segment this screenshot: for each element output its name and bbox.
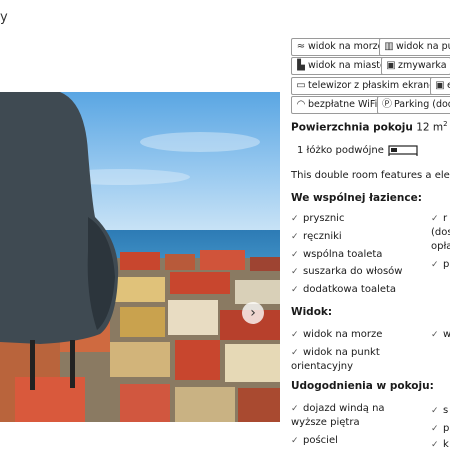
- list-item-fragment: ✓ s: [431, 405, 449, 416]
- list-item: ✓ dojazd windą na wyższe piętra: [291, 403, 385, 428]
- check-icon: ✓: [431, 406, 439, 416]
- list-item-fragment: (dos: [431, 227, 450, 238]
- check-icon: ✓: [291, 214, 299, 224]
- room-size-label: Powierzchnia pokoju: [291, 121, 413, 134]
- tv-icon: ▭: [296, 80, 306, 91]
- check-icon: ✓: [431, 260, 439, 270]
- check-icon: ✓: [291, 404, 299, 414]
- list-item: ✓ pościel: [291, 435, 338, 446]
- check-icon: ✓: [291, 250, 299, 260]
- check-icon: ✓: [291, 267, 299, 277]
- list-item: ✓ ręczniki: [291, 231, 342, 242]
- chip-flat-tv: ▭ telewizor z płaskim ekranem: [291, 77, 449, 95]
- view-section-title: Widok:: [291, 306, 333, 318]
- list-item-fragment: opła: [431, 241, 450, 252]
- list-item-fragment: ✓ w: [431, 329, 450, 340]
- parking-icon: Ⓟ: [382, 99, 392, 110]
- chip-more: ▣e: [430, 77, 450, 95]
- chip-dishwasher: ▣ zmywarka: [381, 57, 450, 75]
- landmark-icon: ▥: [384, 41, 394, 52]
- header-fragment: y: [0, 10, 8, 25]
- double-bed-icon: [388, 145, 418, 156]
- chip-landmark-view: ▥widok na pun: [379, 38, 450, 56]
- check-icon: ✓: [291, 285, 299, 295]
- room-size: Powierzchnia pokoju 12 m2: [291, 120, 448, 134]
- list-item: ✓ widok na punkt orientacyjny: [291, 347, 380, 372]
- room-size-value: 12 m: [416, 121, 444, 134]
- chip-parking: ⓅParking (doda: [377, 96, 450, 114]
- chip-free-wifi: ◠ bezpłatne WiFi: [291, 96, 382, 114]
- list-item: ✓ dodatkowa toaleta: [291, 284, 397, 295]
- check-icon: ✓: [431, 330, 439, 340]
- photo-seagull-over-town: [0, 92, 280, 422]
- check-icon: ✓: [431, 424, 439, 434]
- water-view-icon: ≈: [296, 41, 306, 52]
- wifi-icon: ◠: [296, 99, 306, 110]
- list-item: ✓ widok na morze: [291, 329, 383, 340]
- dishwasher-icon: ▣: [386, 60, 396, 71]
- room-description: This double room features a electric: [291, 170, 450, 181]
- list-item: ✓ wspólna toaleta: [291, 249, 383, 260]
- room-size-unit: 2: [443, 120, 448, 128]
- check-icon: ✓: [291, 232, 299, 242]
- chip-city-view: ▙ widok na miasto: [291, 57, 390, 75]
- list-item-fragment: ✓ r: [431, 213, 448, 224]
- check-icon: ✓: [431, 214, 439, 224]
- city-icon: ▙: [297, 60, 305, 71]
- list-item: ✓ prysznic: [291, 213, 345, 224]
- list-item-fragment: ✓ p: [431, 259, 450, 270]
- gallery-next-button[interactable]: ›: [242, 302, 264, 324]
- bathroom-section-title: We wspólnej łazience:: [291, 192, 422, 204]
- list-item: ✓ suszarka do włosów: [291, 266, 403, 277]
- check-icon: ✓: [291, 330, 299, 340]
- more-icon: ▣: [435, 80, 445, 91]
- check-icon: ✓: [291, 436, 299, 446]
- list-item-fragment: ✓ p: [431, 423, 450, 434]
- room-photo[interactable]: ›: [0, 92, 280, 422]
- bed-text: 1 łóżko podwójne: [297, 145, 384, 156]
- amenities-section-title: Udogodnienia w pokoju:: [291, 380, 434, 392]
- photo-gallery: ›: [0, 32, 280, 450]
- chip-sea-view: ≈ widok na morze: [291, 38, 388, 56]
- bed-info: 1 łóżko podwójne: [297, 145, 418, 156]
- check-icon: ✓: [291, 348, 299, 358]
